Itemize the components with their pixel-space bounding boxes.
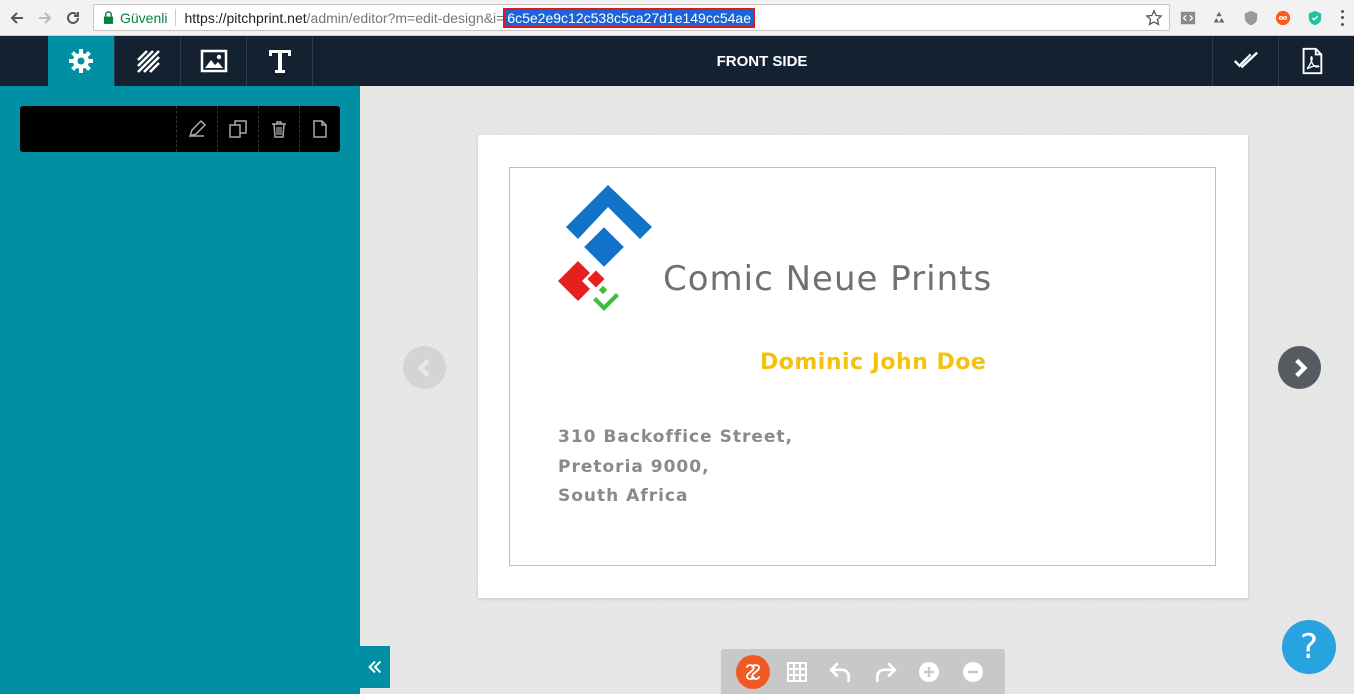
image-tool-button[interactable] <box>181 36 247 86</box>
address-line-1[interactable]: 310 Backoffice Street, <box>558 427 793 447</box>
grid-button[interactable] <box>783 658 811 686</box>
grid-icon <box>787 662 807 682</box>
zoom-out-button[interactable] <box>959 658 987 686</box>
duplicate-layer-button[interactable] <box>217 106 258 152</box>
forward-button[interactable] <box>34 7 56 29</box>
separator <box>175 9 177 26</box>
forward-arrow-icon <box>39 12 52 24</box>
layers-sidebar <box>0 86 360 694</box>
person-name-text[interactable]: Dominic John Doe <box>760 350 986 375</box>
business-card[interactable]: Comic Neue Prints Dominic John Doe 310 B… <box>478 135 1248 598</box>
company-logo[interactable] <box>556 185 656 313</box>
edit-icon <box>188 119 207 138</box>
infinity-extension-icon[interactable] <box>1273 8 1293 28</box>
gear-icon <box>69 49 93 73</box>
collapse-sidebar-button[interactable] <box>360 646 390 688</box>
delete-layer-button[interactable] <box>258 106 299 152</box>
app-logo-icon <box>745 664 761 680</box>
browser-toolbar: Güvenli https://pitchprint.net /admin/ed… <box>0 0 1354 36</box>
chevron-right-icon <box>1294 358 1308 377</box>
duplicate-icon <box>229 120 247 138</box>
redo-button[interactable] <box>871 658 899 686</box>
bookmark-star-icon[interactable] <box>1145 9 1163 27</box>
layer-action-bar <box>20 106 340 152</box>
page-title: FRONT SIDE <box>716 52 808 70</box>
trash-icon <box>272 121 286 138</box>
edit-layer-button[interactable] <box>176 106 217 152</box>
back-arrow-icon <box>10 12 23 24</box>
undo-icon <box>829 662 850 682</box>
canvas-toolbar <box>721 649 1005 694</box>
pdf-export-button[interactable] <box>1278 36 1344 86</box>
undo-button[interactable] <box>827 658 855 686</box>
help-button[interactable]: ? <box>1282 620 1336 674</box>
approve-button[interactable] <box>1212 36 1278 86</box>
text-tool-button[interactable] <box>247 36 313 86</box>
zoom-in-button[interactable] <box>915 658 943 686</box>
chevron-left-icon <box>416 358 430 377</box>
new-page-button[interactable] <box>299 106 340 152</box>
background-tool-button[interactable] <box>115 36 181 86</box>
reload-icon <box>67 11 79 24</box>
checkmark-icon <box>1233 51 1258 69</box>
app-logo-button[interactable] <box>736 655 770 689</box>
text-icon <box>268 50 291 73</box>
browser-menu-icon[interactable] <box>1338 8 1346 28</box>
address-bar[interactable]: Güvenli https://pitchprint.net /admin/ed… <box>93 4 1170 31</box>
url-selected-text: 6c5e2e9c12c538c5ca27d1e149cc54ae <box>503 7 755 28</box>
reload-button[interactable] <box>62 7 84 29</box>
address-line-3[interactable]: South Africa <box>558 486 689 506</box>
company-name-text[interactable]: Comic Neue Prints <box>663 259 992 299</box>
zoom-out-icon <box>963 662 983 682</box>
previous-page-button[interactable] <box>403 346 446 389</box>
code-extension-icon[interactable] <box>1178 8 1198 28</box>
url-host: https://pitchprint.net <box>184 9 307 26</box>
address-line-2[interactable]: Pretoria 9000, <box>558 457 710 477</box>
background-pattern-icon <box>136 50 160 73</box>
editor-header: FRONT SIDE <box>0 36 1354 86</box>
zoom-in-icon <box>919 662 939 682</box>
redo-icon <box>876 662 897 682</box>
pdf-icon <box>1302 47 1322 75</box>
recycle-extension-icon[interactable] <box>1209 8 1229 28</box>
lock-icon <box>100 10 116 26</box>
shield-extension-icon[interactable] <box>1241 8 1261 28</box>
new-page-icon <box>313 120 327 138</box>
settings-tool-button[interactable] <box>48 36 115 86</box>
url-path: /admin/editor?m=edit-design&i= <box>306 9 505 26</box>
vpn-shield-extension-icon[interactable] <box>1305 8 1325 28</box>
image-icon <box>200 49 227 73</box>
next-page-button[interactable] <box>1278 346 1321 389</box>
secure-label: Güvenli <box>120 9 168 26</box>
back-button[interactable] <box>6 7 28 29</box>
double-chevron-left-icon <box>368 660 382 674</box>
